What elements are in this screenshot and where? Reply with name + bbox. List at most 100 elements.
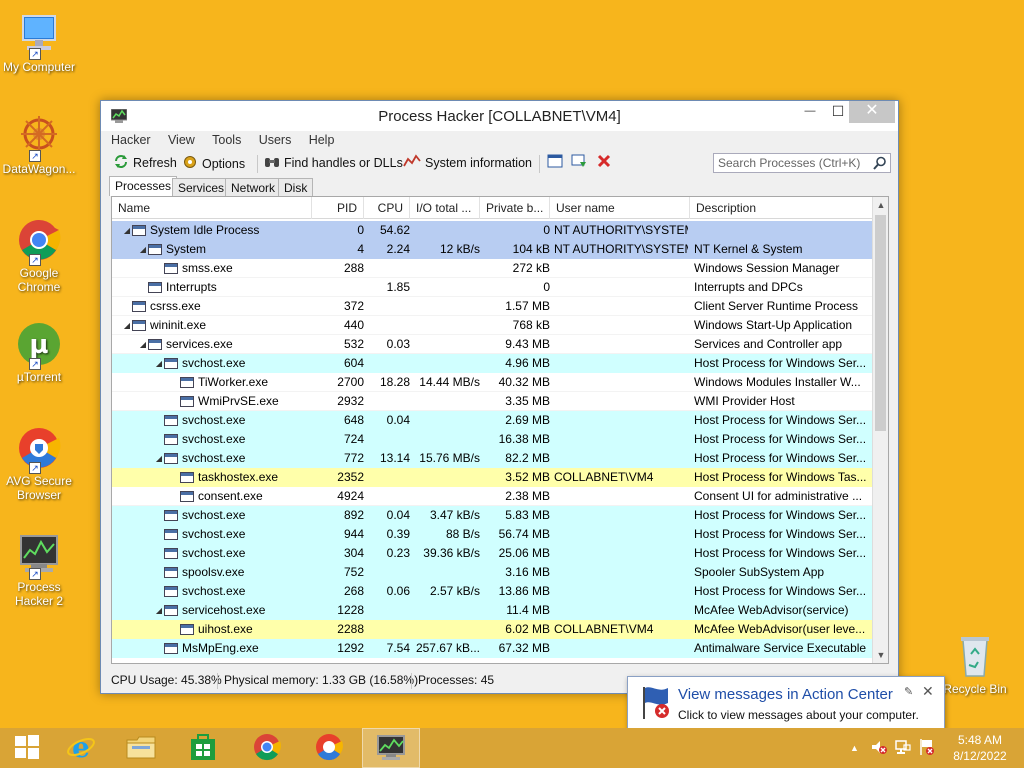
window-view-button[interactable] bbox=[547, 154, 563, 171]
taskbar-process-hacker[interactable] bbox=[362, 728, 420, 768]
process-row[interactable]: WmiPrvSE.exe 2932 3.35 MB WMI Provider Host bbox=[112, 392, 874, 411]
process-name: svchost.exe bbox=[182, 584, 246, 598]
menu-hacker[interactable]: Hacker bbox=[111, 133, 151, 147]
search-icon[interactable] bbox=[873, 156, 887, 173]
action-center-notification[interactable]: View messages in Action Center Click to … bbox=[627, 676, 945, 731]
scroll-up-arrow-icon[interactable]: ▲ bbox=[873, 197, 888, 213]
process-row[interactable]: ◢ System 4 2.24 12 kB/s 104 kB NT AUTHORITY\SY… bbox=[112, 240, 874, 259]
process-description: Interrupts and DPCs bbox=[694, 280, 803, 294]
collapse-triangle-icon[interactable]: ◢ bbox=[154, 601, 164, 620]
process-row[interactable]: svchost.exe 268 0.06 2.57 kB/s 13.86 MB Host … bbox=[112, 582, 874, 601]
process-row[interactable]: TiWorker.exe 2700 18.28 14.44 MB/s 40.32 MB W… bbox=[112, 373, 874, 392]
desktop-icon-datawagon[interactable]: ↗ DataWagon... bbox=[0, 112, 78, 176]
system-information-button[interactable]: System information bbox=[403, 154, 532, 171]
desktop-icon-process-hacker[interactable]: ↗ Process Hacker 2 bbox=[0, 530, 78, 608]
process-row[interactable]: uihost.exe 2288 6.02 MB COLLABNET\VM4 McAfee… bbox=[112, 620, 874, 639]
taskbar-store[interactable] bbox=[176, 728, 230, 768]
taskbar-file-explorer[interactable] bbox=[114, 728, 168, 768]
search-processes-input[interactable]: Search Processes (Ctrl+K) bbox=[713, 153, 891, 173]
collapse-triangle-icon[interactable]: ◢ bbox=[138, 240, 148, 259]
column-header-private-bytes[interactable]: Private b... bbox=[480, 197, 550, 219]
process-cpu: 13.14 bbox=[379, 451, 410, 465]
process-row[interactable]: ◢ services.exe 532 0.03 9.43 MB Services and … bbox=[112, 335, 874, 354]
title-bar[interactable]: Process Hacker [COLLABNET\VM4] — ☐ ✕ bbox=[101, 101, 898, 131]
refresh-button[interactable]: Refresh bbox=[113, 154, 177, 171]
collapse-triangle-icon[interactable]: ◢ bbox=[154, 354, 164, 373]
desktop-icon-recycle-bin[interactable]: Recycle Bin bbox=[936, 632, 1014, 696]
process-private-bytes: 11.4 MB bbox=[506, 603, 550, 617]
process-tree-list[interactable]: Name PID CPU I/O total ... Private b... … bbox=[111, 196, 889, 664]
desktop-icon-avg-secure-browser[interactable]: ↗ AVG Secure Browser bbox=[0, 424, 78, 502]
process-row[interactable]: Interrupts 1.85 0 Interrupts and DPCs bbox=[112, 278, 874, 297]
column-header-user-name[interactable]: User name bbox=[550, 197, 690, 219]
column-header-pid[interactable]: PID bbox=[312, 197, 364, 219]
volume-muted-icon[interactable] bbox=[871, 739, 887, 758]
menu-tools[interactable]: Tools bbox=[212, 133, 241, 147]
process-row[interactable]: svchost.exe 648 0.04 2.69 MB Host Process fo… bbox=[112, 411, 874, 430]
desktop-icon-utorrent[interactable]: µ ↗ µTorrent bbox=[0, 320, 78, 384]
notification-close-icon[interactable]: ✕ bbox=[922, 683, 934, 700]
process-row[interactable]: consent.exe 4924 2.38 MB Consent UI for adm… bbox=[112, 487, 874, 506]
process-user-name bbox=[554, 354, 688, 373]
process-hacker-window[interactable]: Process Hacker [COLLABNET\VM4] — ☐ ✕ Hac… bbox=[100, 100, 899, 694]
process-row[interactable]: ◢ wininit.exe 440 768 kB Windows Start-Up Ap… bbox=[112, 316, 874, 335]
pin-icon[interactable]: ✎ bbox=[904, 685, 913, 698]
scrollbar-thumb[interactable] bbox=[875, 215, 886, 431]
tab-processes[interactable]: Processes bbox=[109, 176, 178, 196]
process-row[interactable]: ◢ servicehost.exe 1228 11.4 MB McAfee WebAdv… bbox=[112, 601, 874, 620]
process-row[interactable]: smss.exe 288 272 kB Windows Session Manager bbox=[112, 259, 874, 278]
options-button[interactable]: Options bbox=[182, 154, 245, 173]
action-center-tray-icon[interactable] bbox=[919, 738, 935, 759]
terminate-button[interactable] bbox=[597, 154, 611, 171]
process-row[interactable]: ◢ System Idle Process 0 54.62 0 NT AUTHORITY\… bbox=[112, 221, 874, 240]
find-window-button[interactable] bbox=[571, 154, 587, 171]
process-private-bytes: 3.35 MB bbox=[505, 394, 550, 408]
network-icon[interactable] bbox=[895, 739, 911, 758]
process-row[interactable]: taskhostex.exe 2352 3.52 MB COLLABNET\VM4 Ho… bbox=[112, 468, 874, 487]
process-row[interactable]: svchost.exe 944 0.39 88 B/s 56.74 MB Host Pro… bbox=[112, 525, 874, 544]
column-header-name[interactable]: Name bbox=[112, 197, 312, 219]
desktop-icon-google-chrome[interactable]: ↗ Google Chrome bbox=[0, 216, 78, 294]
menu-users[interactable]: Users bbox=[259, 133, 292, 147]
collapse-triangle-icon[interactable]: ◢ bbox=[122, 316, 132, 335]
process-window-icon bbox=[164, 643, 178, 654]
column-header-description[interactable]: Description bbox=[690, 197, 874, 219]
process-cpu bbox=[364, 487, 410, 506]
process-row[interactable]: MsMpEng.exe 1292 7.54 257.67 kB... 67.32 MB A… bbox=[112, 639, 874, 658]
close-button[interactable]: ✕ bbox=[849, 101, 895, 123]
scroll-down-arrow-icon[interactable]: ▼ bbox=[873, 647, 888, 663]
process-row[interactable]: svchost.exe 304 0.23 39.36 kB/s 25.06 MB Host… bbox=[112, 544, 874, 563]
binoculars-icon bbox=[264, 154, 280, 171]
process-row[interactable]: spoolsv.exe 752 3.16 MB Spooler SubSystem A… bbox=[112, 563, 874, 582]
column-header-cpu[interactable]: CPU bbox=[364, 197, 410, 219]
find-handles-button[interactable]: Find handles or DLLs bbox=[264, 154, 403, 171]
collapse-triangle-icon[interactable]: ◢ bbox=[122, 221, 132, 240]
process-row[interactable]: svchost.exe 724 16.38 MB Host Process for W… bbox=[112, 430, 874, 449]
collapse-triangle-icon[interactable]: ◢ bbox=[138, 335, 148, 354]
collapse-triangle-icon[interactable]: ◢ bbox=[154, 449, 164, 468]
process-row[interactable]: ◢ svchost.exe 772 13.14 15.76 MB/s 82.2 MB Hos… bbox=[112, 449, 874, 468]
tab-network[interactable]: Network bbox=[225, 178, 282, 196]
start-button[interactable] bbox=[0, 728, 54, 768]
show-hidden-icons-chevron-icon[interactable]: ▲ bbox=[850, 743, 859, 753]
column-header-io-total[interactable]: I/O total ... bbox=[410, 197, 480, 219]
taskbar-internet-explorer[interactable]: e bbox=[54, 728, 108, 768]
vertical-scrollbar[interactable]: ▲ ▼ bbox=[872, 197, 888, 663]
menu-help[interactable]: Help bbox=[309, 133, 335, 147]
taskbar-google-chrome[interactable] bbox=[240, 728, 294, 768]
desktop-icon-label: DataWagon... bbox=[2, 162, 76, 176]
taskbar-avg-secure-browser[interactable] bbox=[302, 728, 356, 768]
process-name: spoolsv.exe bbox=[182, 565, 245, 579]
process-row[interactable]: csrss.exe 372 1.57 MB Client Server Runtime… bbox=[112, 297, 874, 316]
tab-services[interactable]: Services bbox=[172, 178, 231, 196]
process-row[interactable]: ◢ svchost.exe 604 4.96 MB Host Process for W… bbox=[112, 354, 874, 373]
tab-disk[interactable]: Disk bbox=[278, 178, 314, 196]
desktop-icon-my-computer[interactable]: ↗ My Computer bbox=[0, 10, 78, 74]
process-row[interactable]: svchost.exe 892 0.04 3.47 kB/s 5.83 MB Host P… bbox=[112, 506, 874, 525]
menu-view[interactable]: View bbox=[168, 133, 195, 147]
desktop-icon-label: Recycle Bin bbox=[943, 682, 1007, 696]
process-cpu: 7.54 bbox=[386, 641, 410, 655]
process-name: smss.exe bbox=[182, 261, 233, 275]
process-name: svchost.exe bbox=[182, 451, 246, 465]
taskbar-clock[interactable]: 5:48 AM 8/12/2022 bbox=[950, 732, 1010, 764]
